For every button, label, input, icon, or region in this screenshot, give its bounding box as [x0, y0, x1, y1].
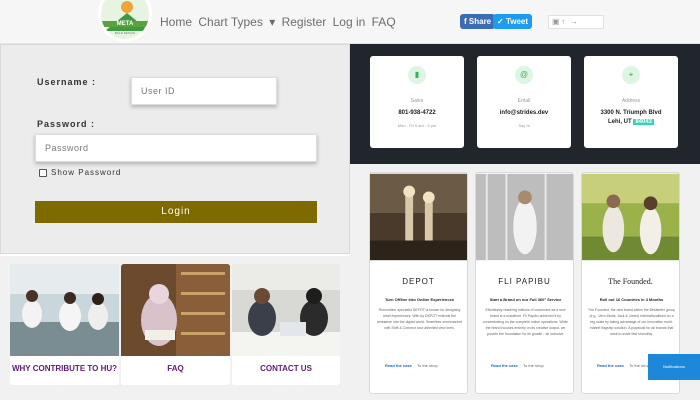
- read-case-link[interactable]: Read the case: [385, 363, 412, 368]
- show-password-checkbox[interactable]: [39, 169, 47, 177]
- promo-cards: WHY CONTRIBUTE TO HU? FAQ CONTACT US: [0, 256, 350, 400]
- zip-badge: 84043: [633, 119, 655, 125]
- contact-hours: Mon - Fri 9 am - 5 pm: [397, 123, 437, 128]
- read-case-link[interactable]: Read the case: [597, 363, 624, 368]
- password-input[interactable]: Password: [35, 134, 317, 162]
- contact-title: Sales: [410, 98, 424, 104]
- contact-title: Address: [621, 98, 641, 104]
- header-bar: META BOLD DESIGN Home Chart Types ▾ Regi…: [0, 0, 700, 44]
- main-nav: Home Chart Types ▾ Register Log in FAQ: [160, 15, 399, 29]
- students-photo: [232, 264, 340, 356]
- case-brand: DEPOT: [402, 277, 435, 286]
- contact-title: Email: [517, 98, 531, 104]
- at-icon: @: [515, 66, 533, 84]
- username-label: Username :: [37, 77, 97, 87]
- username-input[interactable]: User ID: [131, 77, 277, 105]
- notification-toast[interactable]: Notifications: [648, 354, 700, 380]
- arrow-up-icon: ↑: [561, 17, 565, 26]
- nav-faq[interactable]: FAQ: [372, 15, 396, 29]
- translate-icon: ▣: [552, 17, 560, 26]
- nav-log-in[interactable]: Log in: [333, 15, 366, 29]
- promo-caption: CONTACT US: [260, 364, 312, 373]
- lab-photo: [10, 264, 119, 356]
- case-brand: FLI PAPIBU: [498, 277, 551, 286]
- map-pin-icon: ⌖: [622, 66, 640, 84]
- case-headline: Start a Brand on our Full 360° Service: [489, 297, 562, 302]
- show-password-label: Show Password: [51, 168, 122, 177]
- promo-caption: FAQ: [167, 364, 184, 373]
- logo-tagline: BOLD DESIGN: [114, 31, 136, 35]
- translate-widget[interactable]: ▣ ↑ →: [548, 15, 604, 29]
- nav-register[interactable]: Register: [282, 15, 327, 29]
- depot-image: [370, 173, 467, 261]
- page-root: META BOLD DESIGN Home Chart Types ▾ Regi…: [0, 0, 700, 400]
- promo-card-contribute[interactable]: WHY CONTRIBUTE TO HU?: [10, 264, 119, 385]
- login-form: Username : User ID Password : Password S…: [0, 44, 350, 254]
- tweet-button[interactable]: ✓ Tweet: [493, 14, 533, 29]
- contact-card-email: @ Email info@strides.dev Say hi: [477, 56, 571, 148]
- promo-card-faq[interactable]: FAQ: [121, 264, 230, 385]
- case-card-depot: DEPOT Turn Offline Into Online Experienc…: [369, 172, 468, 394]
- nav-chart-types[interactable]: Chart Types: [198, 15, 262, 29]
- password-label: Password :: [37, 119, 96, 129]
- shop-link[interactable]: To the shop: [629, 363, 650, 368]
- contact-phone[interactable]: 801-938-4722: [370, 110, 464, 116]
- case-brand: The Founded.: [608, 277, 653, 286]
- phone-icon: ▮: [408, 66, 426, 84]
- contact-address-line2: Lehi, UT 84043: [607, 119, 655, 125]
- logo-sun-icon: [121, 1, 133, 13]
- facebook-share-button[interactable]: f Share: [460, 14, 496, 29]
- nav-home[interactable]: Home: [160, 15, 192, 29]
- library-photo: [121, 264, 230, 356]
- contact-email[interactable]: info@strides.dev: [477, 110, 571, 116]
- contact-section: ▮ Sales 801-938-4722 Mon - Fri 9 am - 5 …: [350, 44, 700, 164]
- promo-caption: WHY CONTRIBUTE TO HU?: [11, 364, 118, 373]
- shop-link[interactable]: To the shop: [523, 363, 544, 368]
- site-logo[interactable]: META BOLD DESIGN: [98, 0, 152, 42]
- case-body: Renovation specialist DEPOT is known for…: [376, 308, 463, 330]
- case-body: Effortlessly reaching millions of custom…: [482, 308, 569, 336]
- case-headline: Roll out 16 Countries in 3 Months: [599, 297, 664, 302]
- shop-link[interactable]: To the shop: [417, 363, 438, 368]
- case-body: The Founded, the new brand within the Be…: [588, 308, 675, 336]
- case-headline: Turn Offline Into Online Experiences: [384, 297, 455, 302]
- logo-text: META: [101, 21, 149, 27]
- read-case-link[interactable]: Read the case: [491, 363, 518, 368]
- contact-address-line1: 3300 N. Triumph Blvd: [600, 110, 662, 116]
- case-card-fli-papibu: FLI PAPIBU Start a Brand on our Full 360…: [475, 172, 574, 394]
- chevron-down-icon[interactable]: ▾: [269, 15, 275, 29]
- fli-papibu-image: [476, 173, 573, 261]
- login-button[interactable]: Login: [35, 201, 317, 223]
- promo-card-contact[interactable]: CONTACT US: [232, 264, 340, 385]
- contact-note: Say hi: [518, 123, 530, 128]
- twitter-icon: ✓: [497, 17, 506, 26]
- contact-card-address: ⌖ Address 3300 N. Triumph Blvd Lehi, UT …: [584, 56, 678, 148]
- contact-card-sales: ▮ Sales 801-938-4722 Mon - Fri 9 am - 5 …: [370, 56, 464, 148]
- the-founded-image: [582, 173, 679, 261]
- arrow-right-icon: →: [570, 17, 578, 26]
